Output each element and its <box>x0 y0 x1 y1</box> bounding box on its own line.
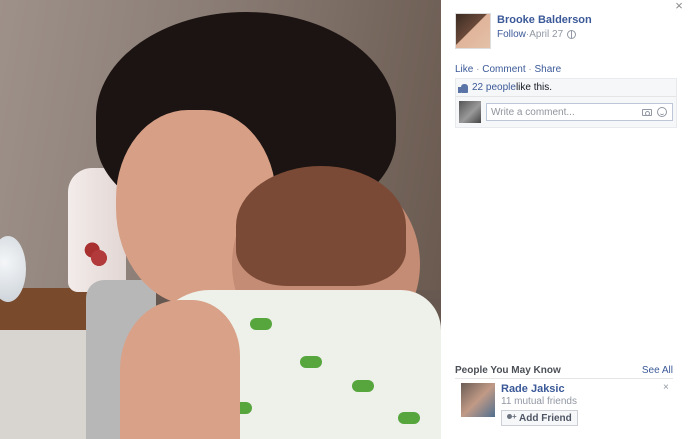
thumbs-up-icon <box>458 83 468 93</box>
suggestion-meta: Rade Jaksic 11 mutual friends Add Friend <box>501 383 578 426</box>
action-separator: · <box>473 64 483 75</box>
likes-suffix: like this. <box>515 82 553 93</box>
pymk-title: People You May Know <box>455 365 561 376</box>
post-date[interactable]: April 27 <box>529 29 563 40</box>
smiley-icon[interactable] <box>657 107 667 117</box>
comment-row <box>456 97 676 127</box>
feedback-box: 22 people like this. <box>455 78 677 128</box>
camera-icon[interactable] <box>642 109 652 116</box>
post-photo[interactable] <box>0 0 441 439</box>
action-separator: · <box>525 64 535 75</box>
suggestion-avatar[interactable] <box>461 383 495 417</box>
close-icon[interactable]: × <box>673 0 685 12</box>
mutual-friends-link[interactable]: 11 mutual friends <box>501 396 578 407</box>
comment-link[interactable]: Comment <box>482 64 525 75</box>
see-all-link[interactable]: See All <box>642 365 673 376</box>
pymk-divider <box>455 378 673 379</box>
post-actions: Like · Comment · Share <box>455 64 561 75</box>
post-meta: Follow · April 27 <box>497 29 592 40</box>
globe-icon[interactable] <box>567 30 577 39</box>
share-link[interactable]: Share <box>535 64 562 75</box>
pymk-suggestion: Rade Jaksic 11 mutual friends Add Friend <box>461 383 578 426</box>
add-friend-button[interactable]: Add Friend <box>501 410 578 426</box>
likes-row: 22 people like this. <box>456 79 676 97</box>
photo-onesie-print <box>398 412 420 424</box>
add-friend-label: Add Friend <box>519 412 572 424</box>
photo-vase-flower <box>82 238 116 278</box>
author-avatar[interactable] <box>455 13 491 49</box>
photo-onesie-print <box>300 356 322 368</box>
likes-count-link[interactable]: 22 people <box>472 82 516 93</box>
photo-baby-hair <box>236 166 406 286</box>
like-link[interactable]: Like <box>455 64 473 75</box>
author-name-link[interactable]: Brooke Balderson <box>497 14 592 26</box>
dismiss-suggestion-icon[interactable]: × <box>663 382 669 393</box>
photo-onesie-print <box>352 380 374 392</box>
author-meta: Brooke Balderson Follow · April 27 <box>497 13 592 49</box>
photo-hand <box>120 300 240 439</box>
post-author: Brooke Balderson Follow · April 27 <box>455 13 592 49</box>
post-side-panel: × Brooke Balderson Follow · April 27 Lik… <box>441 0 688 439</box>
commenter-avatar <box>459 101 481 123</box>
suggestion-name-link[interactable]: Rade Jaksic <box>501 383 578 395</box>
comment-input[interactable] <box>491 106 631 118</box>
pymk-header: People You May Know See All <box>455 365 673 376</box>
photo-onesie-print <box>250 318 272 330</box>
add-friend-icon <box>507 412 517 423</box>
follow-link[interactable]: Follow <box>497 29 526 40</box>
comment-box[interactable] <box>486 103 673 121</box>
